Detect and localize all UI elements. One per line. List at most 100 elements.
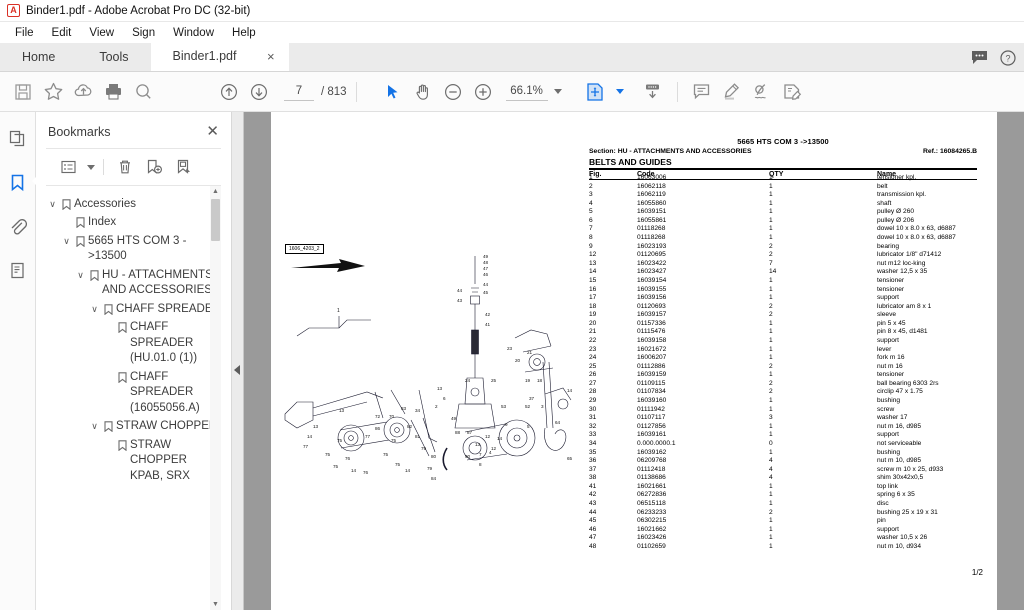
tab-tools[interactable]: Tools xyxy=(77,42,150,71)
tab-home[interactable]: Home xyxy=(0,42,77,71)
highlight-icon[interactable] xyxy=(717,77,747,107)
bookmark-item[interactable]: CHAFF SPREADER (HU.01.0 (1)) xyxy=(46,319,221,369)
bookmark-icon xyxy=(101,302,116,315)
fill-and-sign-icon[interactable] xyxy=(777,77,807,107)
bookmark-item[interactable]: ∨ STRAW CHOPPER xyxy=(46,418,221,437)
delete-bookmark-icon[interactable] xyxy=(112,156,138,178)
table-row: 43 06515118 1 disc xyxy=(589,500,977,509)
menu-view[interactable]: View xyxy=(80,25,123,41)
bookmark-item[interactable]: Index xyxy=(46,214,221,233)
bookmark-label: Accessories xyxy=(74,197,136,210)
cell-code: 16055860 xyxy=(637,199,667,207)
menu-window[interactable]: Window xyxy=(164,25,223,41)
svg-text:14: 14 xyxy=(405,468,411,473)
chevron-down-icon[interactable]: ∨ xyxy=(46,197,59,213)
svg-text:47: 47 xyxy=(483,266,489,271)
page-thumbnails-icon[interactable] xyxy=(4,124,32,152)
menu-sign[interactable]: Sign xyxy=(123,25,164,41)
comment-icon[interactable] xyxy=(687,77,717,107)
zoom-in-icon[interactable] xyxy=(468,77,498,107)
zoom-chevron-down-icon[interactable] xyxy=(553,89,562,94)
select-tool-icon[interactable] xyxy=(378,77,408,107)
pdf-model-title: 5665 HTS COM 3 ->13500 xyxy=(737,137,829,146)
layers-icon[interactable] xyxy=(4,256,32,284)
tab-document[interactable]: Binder1.pdf × xyxy=(150,42,289,71)
cell-fig: 31 xyxy=(589,414,597,422)
cell-code: 01138686 xyxy=(637,474,666,482)
scroll-up-icon[interactable]: ▲ xyxy=(210,186,221,197)
cell-qty: 4 xyxy=(769,457,773,465)
next-page-icon[interactable] xyxy=(244,77,274,107)
hand-tool-icon[interactable] xyxy=(408,77,438,107)
cell-fig: 17 xyxy=(589,294,597,302)
bookmark-options-icon[interactable] xyxy=(56,156,82,178)
previous-page-icon[interactable] xyxy=(214,77,244,107)
cell-fig: 46 xyxy=(589,525,597,533)
table-row: 32 01127856 1 nut m 16, d985 xyxy=(589,423,977,432)
cell-fig: 29 xyxy=(589,397,597,405)
svg-text:79: 79 xyxy=(421,446,427,451)
cell-name: not serviceable xyxy=(877,439,922,447)
new-bookmark-icon[interactable] xyxy=(141,156,167,178)
cell-code: 16039159 xyxy=(637,371,667,379)
chevron-down-icon[interactable]: ∨ xyxy=(88,302,101,318)
panel-divider[interactable] xyxy=(232,112,244,610)
menu-file[interactable]: File xyxy=(6,25,43,41)
scroll-down-icon[interactable]: ▼ xyxy=(210,599,221,610)
svg-text:75: 75 xyxy=(337,438,343,443)
bookmark-item[interactable]: ∨ 5665 HTS COM 3 ->13500 xyxy=(46,232,221,266)
cell-name: nut m 10, d934 xyxy=(877,542,921,550)
table-row: 27 01109115 2 ball bearing 6303 2rs xyxy=(589,380,977,389)
table-row: 12 01120695 2 lubricator 1/8" d71412 xyxy=(589,251,977,260)
save-icon[interactable] xyxy=(8,77,38,107)
scrollbar-thumb[interactable] xyxy=(211,199,220,241)
document-viewer[interactable]: 5665 HTS COM 3 ->13500 Section: HU - ATT… xyxy=(244,112,1024,610)
fit-page-icon[interactable] xyxy=(580,77,610,107)
close-icon[interactable]: ✕ xyxy=(206,124,219,139)
favorite-star-icon[interactable] xyxy=(38,77,68,107)
page-number-input[interactable] xyxy=(284,82,314,101)
cell-code: 06515118 xyxy=(637,499,666,507)
scroll-mode-icon[interactable] xyxy=(638,77,668,107)
bookmarks-scrollbar[interactable]: ▲ ▼ xyxy=(210,186,221,610)
chevron-down-icon[interactable]: ∨ xyxy=(60,234,73,250)
search-icon[interactable] xyxy=(128,77,158,107)
table-row: 8 01118268 1 dowel 10 x 8.0 x 63, d6887 xyxy=(589,234,977,243)
attachments-icon[interactable] xyxy=(4,212,32,240)
bookmarks-icon[interactable] xyxy=(4,168,39,196)
edit-bookmark-icon[interactable] xyxy=(170,156,196,178)
comment-bubble-icon[interactable] xyxy=(971,50,988,65)
chevron-down-icon[interactable]: ∨ xyxy=(74,268,87,284)
cell-qty: 1 xyxy=(769,499,773,507)
bookmark-label: CHAFF SPREADER (HU.01.0 (1)) xyxy=(130,321,198,364)
zoom-level-input[interactable] xyxy=(505,82,548,101)
bookmark-item[interactable]: ∨ HU - ATTACHMENTS AND ACCESSORIES xyxy=(46,266,221,300)
help-icon[interactable]: ? xyxy=(1000,49,1016,66)
collapse-panel-icon[interactable] xyxy=(234,365,240,375)
table-row: 47 16023426 1 washer 10,5 x 26 xyxy=(589,534,977,543)
sign-icon[interactable] xyxy=(747,77,777,107)
tab-close-icon[interactable]: × xyxy=(267,50,275,63)
cell-fig: 33 xyxy=(589,431,597,439)
svg-text:84: 84 xyxy=(431,476,437,481)
bookmark-item[interactable]: CHAFF SPREADER (16055056.A) xyxy=(46,368,221,418)
bookmark-item[interactable]: STRAW CHOPPER KPAB, SRX xyxy=(46,436,221,486)
bookmarks-tree[interactable]: ∨ Accessories Index ∨ 5665 HTS COM 3 ->13500… xyxy=(46,185,221,610)
print-icon[interactable] xyxy=(98,77,128,107)
cell-name: disc xyxy=(877,499,889,507)
menu-edit[interactable]: Edit xyxy=(43,25,81,41)
bookmark-options-chevron-down-icon[interactable] xyxy=(87,164,95,170)
pdf-reference: Ref.: 16084265.B xyxy=(922,147,977,155)
cell-code: 16021662 xyxy=(637,525,667,533)
menu-help[interactable]: Help xyxy=(223,25,265,41)
cell-fig: 18 xyxy=(589,302,597,310)
table-row: 34 0.000.0000.1 0 not serviceable xyxy=(589,440,977,449)
bookmark-item[interactable]: ∨ Accessories xyxy=(46,195,221,214)
fit-chevron-down-icon[interactable] xyxy=(615,89,624,94)
zoom-out-icon[interactable] xyxy=(438,77,468,107)
cell-qty: 2 xyxy=(769,388,773,396)
chevron-down-icon[interactable]: ∨ xyxy=(88,419,101,435)
cloud-upload-icon[interactable] xyxy=(68,77,98,107)
cell-code: 16055861 xyxy=(637,216,667,224)
bookmark-item[interactable]: ∨ CHAFF SPREADER xyxy=(46,300,221,319)
